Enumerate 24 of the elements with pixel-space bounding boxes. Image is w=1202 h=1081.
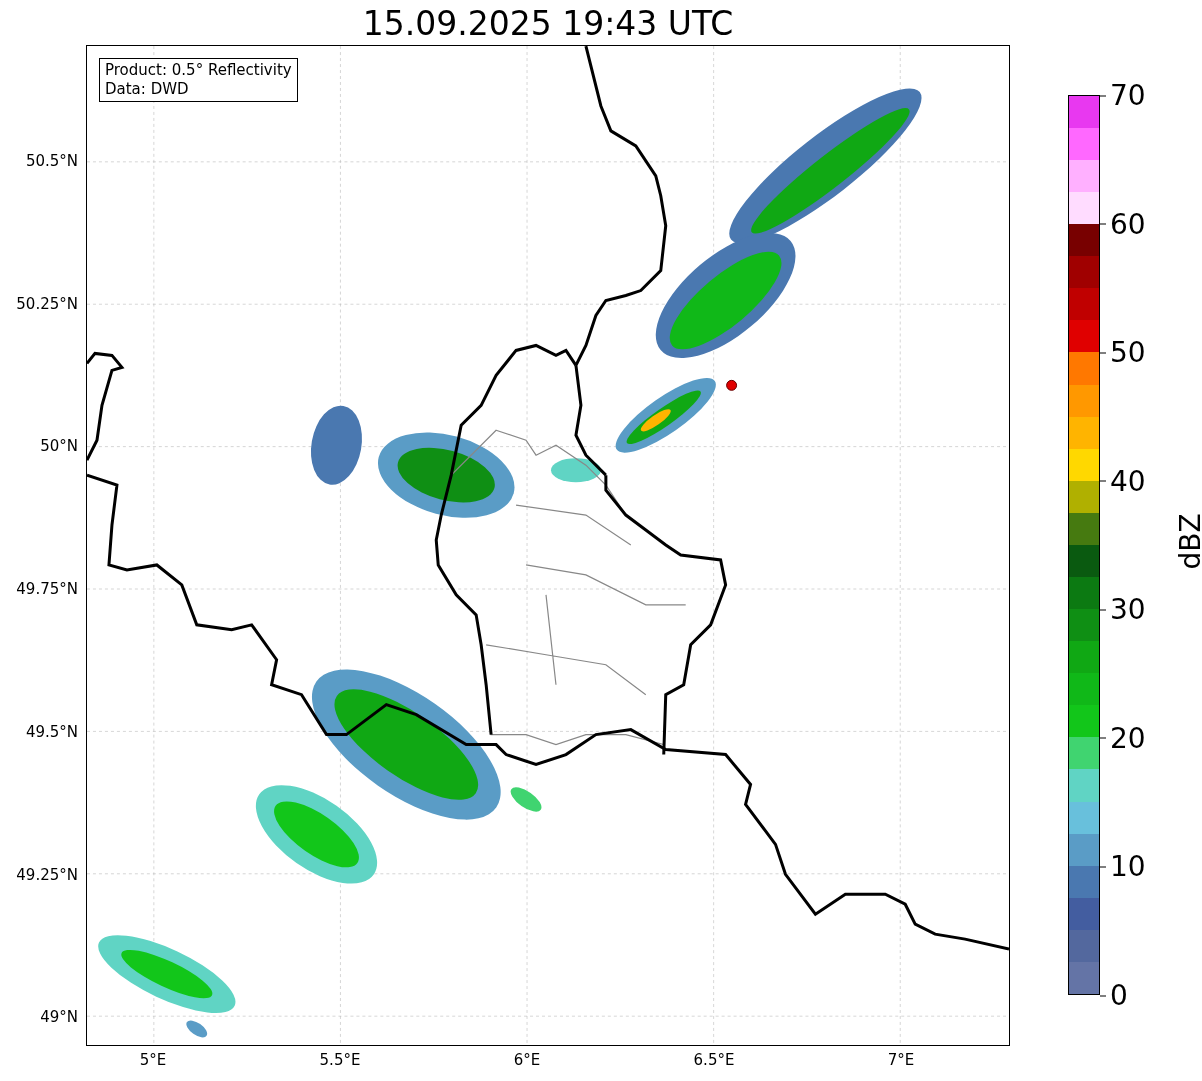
latitude-label: 49°N <box>40 1008 78 1027</box>
colorbar-label: dBZ <box>1173 513 1202 570</box>
latitude-label: 50.5°N <box>25 152 78 170</box>
longitude-label: 5.5°E <box>319 1051 361 1069</box>
latitude-label: 49.75°N <box>16 580 78 599</box>
colorbar-tick-label: 60 <box>1100 207 1146 241</box>
latitude-label: 49.5°N <box>25 722 78 741</box>
latitude-label: 50°N <box>40 437 78 456</box>
legend-text: Data: DWD <box>105 80 190 99</box>
colorbar-tick-label: 20 <box>1100 721 1146 755</box>
colorbar-tick-label: 30 <box>1100 592 1146 626</box>
legend-text: Product: 0.5° Reflectivity <box>105 61 292 80</box>
longitude-label: 7°E <box>887 1051 915 1069</box>
colorbar-tick-label: 10 <box>1100 849 1146 883</box>
latitude-label: 49.25°N <box>16 865 78 884</box>
colorbar-tick-label: 0 <box>1100 978 1128 1012</box>
colorbar-tick-label: 70 <box>1100 78 1146 112</box>
latitude-label: 50.25°N <box>16 294 78 313</box>
longitude-label: 6°E <box>513 1051 541 1069</box>
longitude-label: 5°E <box>139 1051 167 1069</box>
longitude-label: 6.5°E <box>693 1051 735 1069</box>
colorbar-tick-label: 40 <box>1100 464 1146 498</box>
chart-title: 15.09.2025 19:43 UTC <box>361 4 735 44</box>
colorbar-tick-label: 50 <box>1100 335 1146 369</box>
